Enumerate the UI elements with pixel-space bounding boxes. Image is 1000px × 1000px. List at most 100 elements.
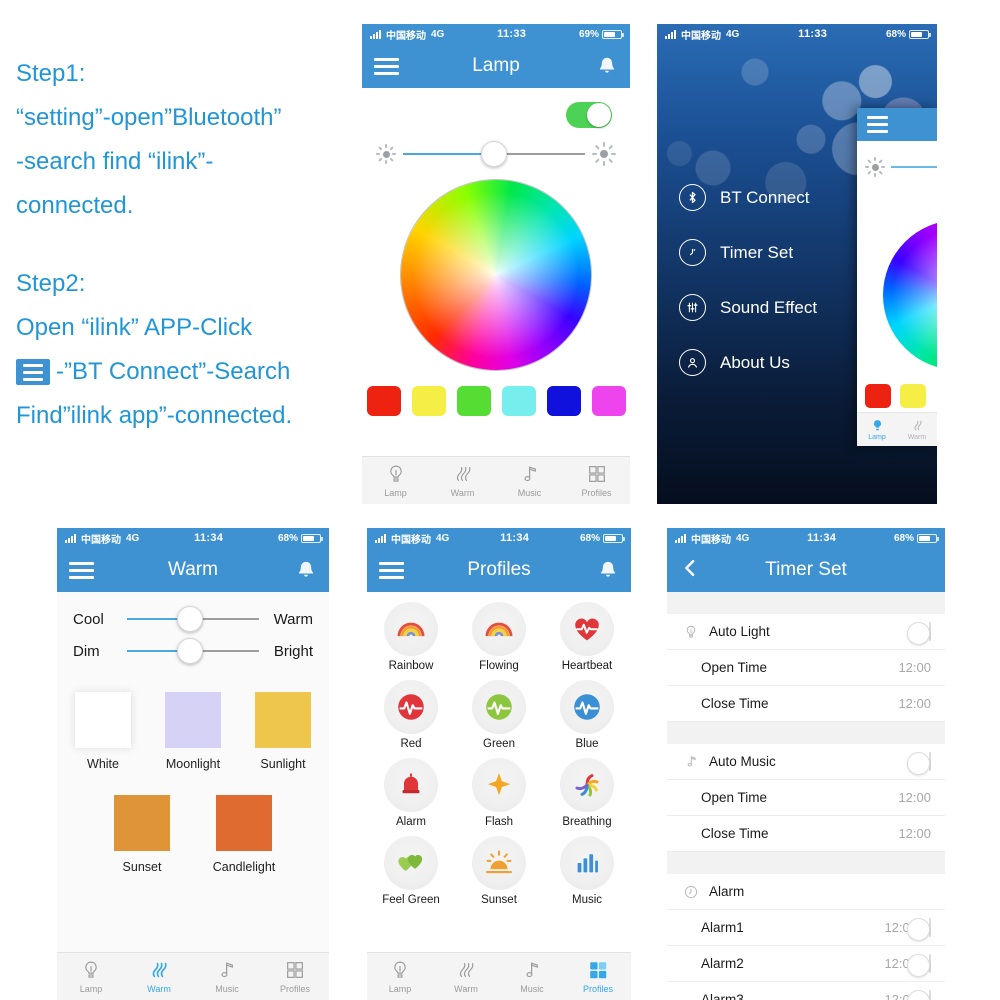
color-swatch-magenta[interactable] <box>591 386 626 416</box>
slider-left-label: Dim <box>73 642 100 660</box>
profile-feel-green[interactable]: Feel Green <box>367 836 455 906</box>
battery-icon <box>917 533 939 543</box>
tab-profiles[interactable]: Profiles <box>563 457 630 504</box>
row-open-time[interactable]: Open Time 12:00 <box>667 650 945 686</box>
power-toggle[interactable] <box>566 102 612 128</box>
profile-flash[interactable]: Flash <box>455 758 543 828</box>
auto-music-toggle[interactable] <box>929 751 931 771</box>
tab-warm[interactable]: Warm <box>897 413 937 446</box>
tab-profiles[interactable]: Profiles <box>261 953 329 1000</box>
tab-label: Warm <box>907 434 927 441</box>
row-alarm3[interactable]: Alarm3 12:00 <box>667 982 945 1000</box>
warm-screen: 中国移动 4G 11:34 68% Warm Cool Warm Dim Bri… <box>57 528 329 1000</box>
signal-bars-icon <box>675 533 686 543</box>
profile-blue[interactable]: Blue <box>543 680 631 750</box>
preset-moonlight[interactable]: Moonlight <box>163 692 223 771</box>
color-swatch-yellow[interactable] <box>411 386 446 416</box>
row-close-time[interactable]: Close Time 12:00 <box>667 686 945 722</box>
timer-set-screen: 中国移动 4G 11:34 68% Timer Set Auto Light O… <box>667 528 945 1000</box>
color-swatch-cyan[interactable] <box>501 386 536 416</box>
status-bar: 中国移动 4G 11:34 68% <box>367 528 631 548</box>
tab-warm[interactable]: Warm <box>433 953 499 1000</box>
instructions-spacer <box>16 228 361 262</box>
profile-red[interactable]: Red <box>367 680 455 750</box>
tab-label: Music <box>517 488 542 498</box>
peeking-lamp-panel[interactable]: Lamp Warm <box>857 108 937 446</box>
row-auto-light[interactable]: Auto Light <box>667 614 945 650</box>
tab-music[interactable]: Music <box>193 953 261 1000</box>
profile-green[interactable]: Green <box>455 680 543 750</box>
hamburger-menu-icon[interactable] <box>69 561 94 579</box>
auto-light-toggle[interactable] <box>929 621 931 641</box>
chevron-left-icon[interactable] <box>679 556 701 584</box>
peek-brightness-slider[interactable] <box>891 166 937 168</box>
alarm1-toggle[interactable] <box>929 917 931 937</box>
preset-candlelight[interactable]: Candlelight <box>213 795 275 874</box>
profile-flowing[interactable]: Flowing <box>455 602 543 672</box>
color-swatch-red[interactable] <box>366 386 401 416</box>
battery-label: 68% <box>885 28 906 40</box>
menu-item-bt-connect[interactable]: BT Connect <box>679 184 817 211</box>
battery-icon <box>603 533 625 543</box>
profile-alarm[interactable]: Alarm <box>367 758 455 828</box>
profile-rainbow[interactable]: Rainbow <box>367 602 455 672</box>
tab-lamp[interactable]: Lamp <box>57 953 125 1000</box>
bell-icon[interactable] <box>596 55 618 77</box>
step2-line-3: Find”ilink app”-connected. <box>16 402 293 429</box>
alarm2-toggle[interactable] <box>929 953 931 973</box>
hamburger-menu-icon[interactable] <box>379 561 404 579</box>
color-swatch-yellow[interactable] <box>900 384 926 408</box>
brightness-low-icon <box>376 144 396 164</box>
row-open-time[interactable]: Open Time 12:00 <box>667 780 945 816</box>
step2-line-2-text: -”BT Connect”-Search <box>56 358 291 385</box>
tab-lamp[interactable]: Lamp <box>857 413 897 446</box>
brightness-slider[interactable] <box>127 638 259 664</box>
temperature-slider[interactable] <box>127 606 259 632</box>
color-wheel-picker[interactable] <box>401 180 591 370</box>
tab-lamp[interactable]: Lamp <box>367 953 433 1000</box>
tab-lamp[interactable]: Lamp <box>362 457 429 504</box>
color-swatch-green[interactable] <box>456 386 491 416</box>
battery-group: 69% <box>579 29 624 40</box>
profile-breathing[interactable]: Breathing <box>543 758 631 828</box>
menu-item-timer-set[interactable]: Timer Set <box>679 239 817 266</box>
preset-swatch <box>255 692 311 748</box>
preset-sunset[interactable]: Sunset <box>112 795 172 874</box>
bell-icon[interactable] <box>295 559 317 581</box>
timer-content: Auto Light Open Time 12:00 Close Time 12… <box>667 592 945 1000</box>
tab-music[interactable]: Music <box>496 457 563 504</box>
menu-item-sound-effect[interactable]: Sound Effect <box>679 294 817 321</box>
alarm3-toggle[interactable] <box>929 989 931 1000</box>
color-swatch-red[interactable] <box>865 384 891 408</box>
menu-item-about-us[interactable]: About Us <box>679 349 817 376</box>
profile-heartbeat[interactable]: Heartbeat <box>543 602 631 672</box>
color-swatch-blue[interactable] <box>546 386 581 416</box>
tab-profiles[interactable]: Profiles <box>565 953 631 1000</box>
tab-warm[interactable]: Warm <box>125 953 193 1000</box>
row-alarm2[interactable]: Alarm2 12:00 <box>667 946 945 982</box>
menu-item-label: Sound Effect <box>720 297 818 317</box>
step2-line-1: Open “ilink” APP-Click <box>16 314 253 341</box>
row-close-time[interactable]: Close Time 12:00 <box>667 816 945 852</box>
color-wheel-picker[interactable] <box>883 220 937 370</box>
profile-label: Alarm <box>395 816 427 828</box>
peek-tab-bar: Lamp Warm <box>857 412 937 446</box>
bell-icon[interactable] <box>597 559 619 581</box>
tab-warm[interactable]: Warm <box>429 457 496 504</box>
row-alarm1[interactable]: Alarm1 12:00 <box>667 910 945 946</box>
preset-white[interactable]: White <box>73 692 133 771</box>
preset-swatch <box>75 692 131 748</box>
peek-nav-bar <box>857 108 937 141</box>
tab-music[interactable]: Music <box>499 953 565 1000</box>
profile-music[interactable]: Music <box>543 836 631 906</box>
page-title: Profiles <box>467 559 531 580</box>
hamburger-menu-icon[interactable] <box>374 57 399 75</box>
row-label: Alarm1 <box>701 920 744 935</box>
tab-label: Lamp <box>388 984 412 994</box>
hamburger-menu-icon[interactable] <box>867 116 888 133</box>
instructions-panel: Step1: “setting”-open”Bluetooth” -search… <box>16 52 361 438</box>
preset-sunlight[interactable]: Sunlight <box>253 692 313 771</box>
row-auto-music[interactable]: Auto Music <box>667 744 945 780</box>
brightness-slider[interactable] <box>403 141 585 167</box>
profile-sunset[interactable]: Sunset <box>455 836 543 906</box>
